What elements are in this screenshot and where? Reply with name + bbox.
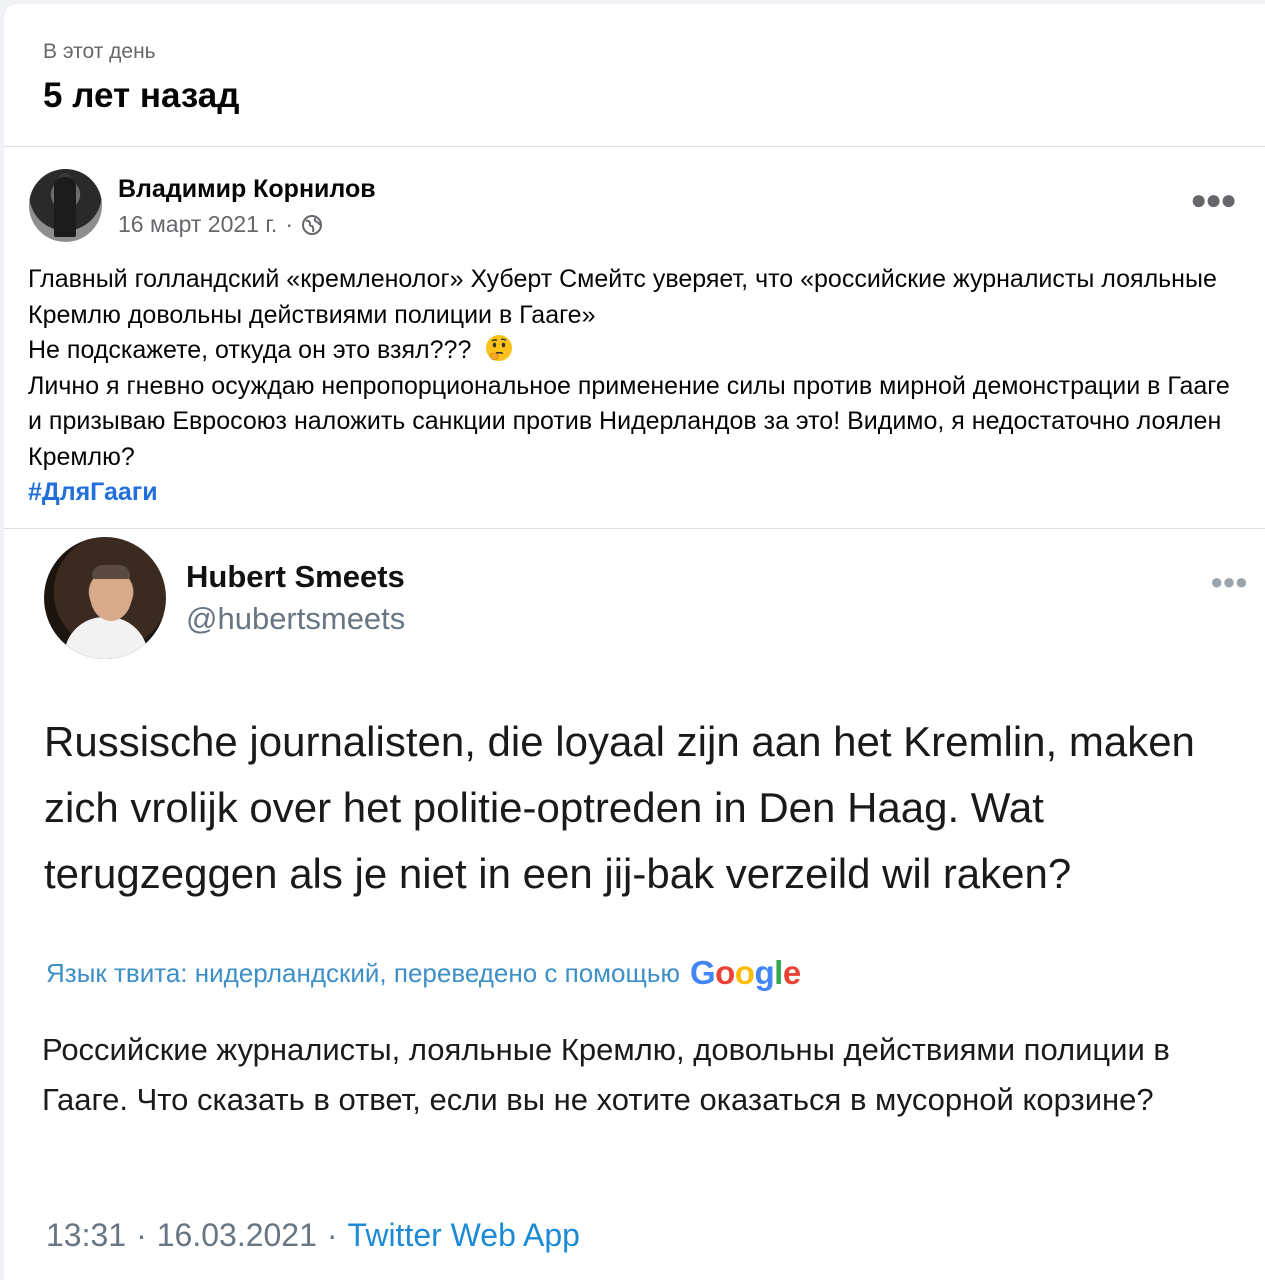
- hashtag-link[interactable]: #ДляГааги: [28, 478, 158, 506]
- author-avatar[interactable]: [29, 169, 102, 242]
- thinking-face-emoji: [484, 333, 514, 363]
- tweet-footer-separator-2: ·: [326, 1217, 338, 1253]
- tweet-original-text: Russische journalisten, die loyaal zijn …: [44, 718, 1195, 897]
- tweet-date: 16.03.2021: [156, 1217, 317, 1253]
- more-options-icon[interactable]: ●●●: [1190, 186, 1237, 214]
- tweet-footer-separator-1: ·: [136, 1217, 147, 1253]
- google-logo-letter: G: [689, 954, 716, 991]
- tweet-translated-text: Российские журналисты, лояльные Кремлю, …: [42, 1032, 1170, 1117]
- google-logo-letter: o: [715, 954, 735, 991]
- post-body: Главный голландский «кремленолог» Хуберт…: [28, 262, 1248, 511]
- google-logo-letter: g: [754, 954, 775, 991]
- tweet-author-name: Hubert Smeets: [186, 559, 405, 594]
- google-logo-letter: e: [782, 954, 801, 991]
- translation-label-text: Язык твита: нидерландский, переведено с …: [46, 957, 680, 988]
- post-line-1: Главный голландский «кремленолог» Хуберт…: [28, 265, 1217, 329]
- memory-title: 5 лет назад: [43, 76, 240, 115]
- post-author-name[interactable]: Владимир Корнилов: [118, 175, 376, 204]
- tweet-screenshot[interactable]: Hubert Smeets @hubertsmeets ●●● Russisch…: [4, 528, 1265, 1280]
- post-date[interactable]: 16 март 2021 г.: [118, 211, 277, 238]
- tweet-author-avatar: [44, 537, 166, 659]
- post-meta: 16 март 2021 г. ·: [118, 211, 323, 238]
- google-logo-letter: l: [774, 954, 783, 991]
- google-logo-letter: o: [734, 954, 755, 991]
- memory-kicker: В этот день: [43, 40, 156, 63]
- google-logo: Google: [690, 954, 801, 992]
- tweet-source: Twitter Web App: [347, 1217, 580, 1253]
- post-line-2: Не подскажете, откуда он это взял???: [28, 336, 472, 364]
- tweet-time: 13:31: [46, 1217, 127, 1253]
- memory-card: В этот день 5 лет назад Владимир Корнило…: [4, 4, 1265, 1280]
- tweet-author-handle: @hubertsmeets: [186, 601, 406, 636]
- post-line-3: Лично я гневно осуждаю непропорционально…: [28, 371, 1230, 471]
- tweet-more-icon: ●●●: [1210, 569, 1248, 594]
- tweet-footer: 13:31 · 16.03.2021 · Twitter Web App: [46, 1217, 580, 1254]
- globe-icon: [301, 214, 323, 236]
- tweet-translation-label: Язык твита: нидерландский, переведено с …: [46, 954, 801, 992]
- memory-header: В этот день 5 лет назад: [4, 4, 1265, 147]
- meta-separator: ·: [285, 211, 293, 237]
